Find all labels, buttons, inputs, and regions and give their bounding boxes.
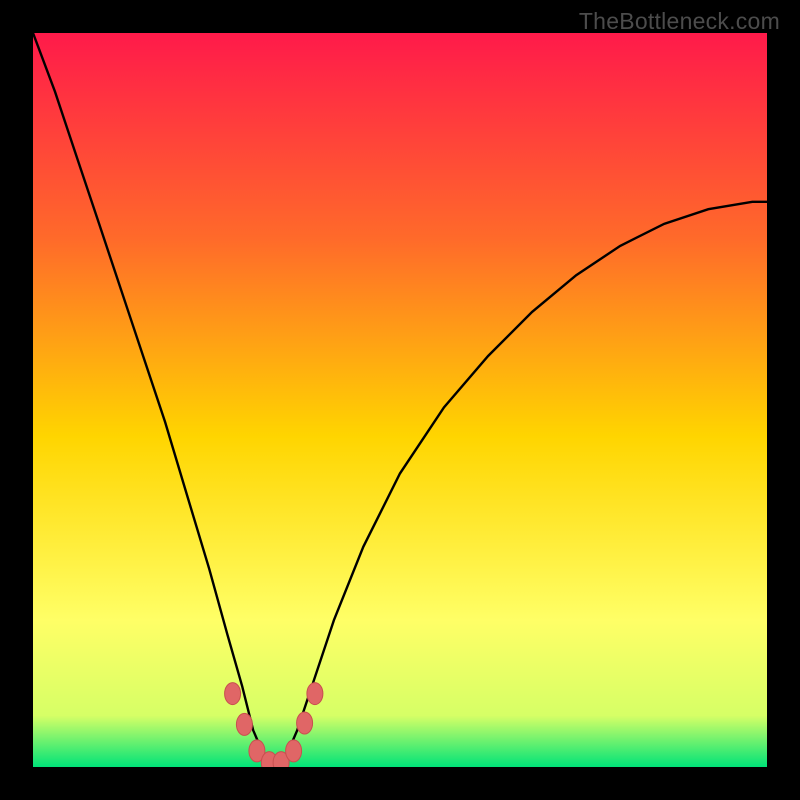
chart-frame: TheBottleneck.com [0, 0, 800, 800]
highlight-point [225, 683, 241, 705]
highlight-point [297, 712, 313, 734]
highlight-point [236, 713, 252, 735]
highlight-point [286, 740, 302, 762]
plot-area [33, 33, 767, 767]
gradient-background [33, 33, 767, 767]
watermark-text: TheBottleneck.com [579, 8, 780, 35]
highlight-point [307, 683, 323, 705]
plot-svg [33, 33, 767, 767]
